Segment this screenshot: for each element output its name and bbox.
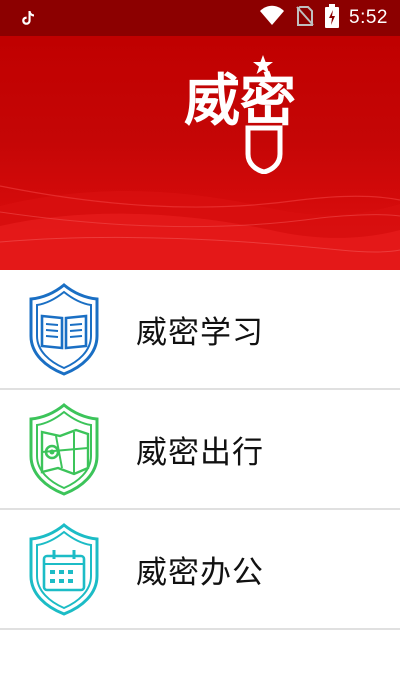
app-logo: 威密 [180,54,300,179]
book-shield-icon [26,282,102,376]
menu-item-label: 威密办公 [136,554,264,591]
header-banner: 威密 [0,36,400,270]
status-time: 5:52 [349,7,388,28]
no-sim-icon [295,5,315,31]
menu-item-office[interactable]: 威密办公 [0,510,400,630]
menu-item-study[interactable]: 威密学习 [0,270,400,390]
map-pin-shield-icon [26,402,102,496]
status-bar: 5:52 [0,0,400,36]
battery-charging-icon [325,4,340,32]
menu-list: 威密学习 威密出行 威密办公 [0,270,400,630]
wifi-icon [259,5,285,31]
menu-item-label: 威密学习 [136,314,264,351]
menu-item-travel[interactable]: 威密出行 [0,390,400,510]
menu-item-label: 威密出行 [136,434,264,471]
tiktok-icon [18,8,38,28]
calendar-shield-icon [26,522,102,616]
